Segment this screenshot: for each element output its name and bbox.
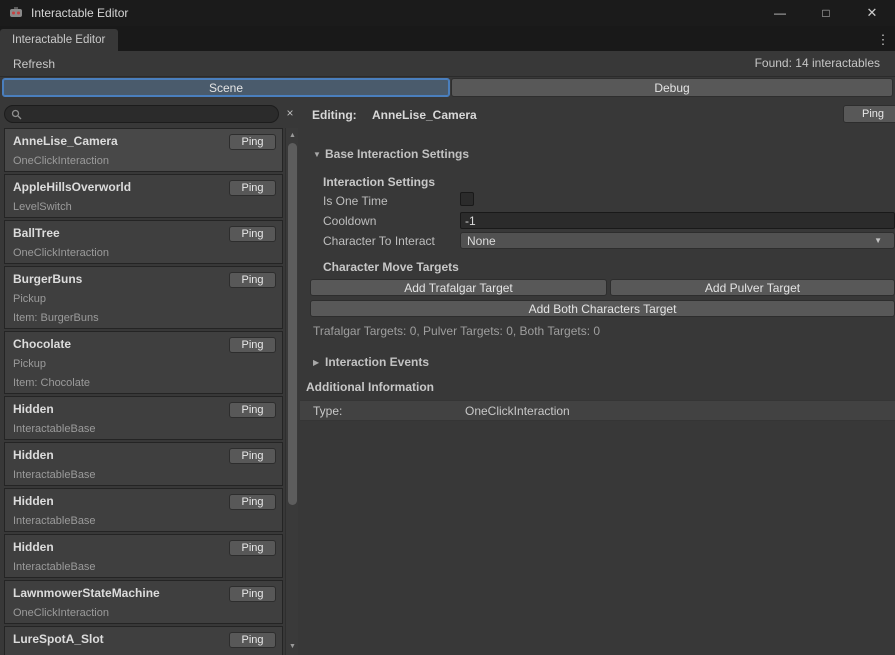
editing-ping-button[interactable]: Ping: [843, 105, 895, 123]
item-detail: Pickup: [13, 358, 274, 371]
foldout-open-icon: ▼: [313, 150, 325, 159]
ping-button[interactable]: Ping: [229, 337, 276, 353]
toolbar: Refresh Found: 14 interactables: [0, 51, 895, 77]
ping-button[interactable]: Ping: [229, 226, 276, 242]
search-clear-icon[interactable]: ×: [283, 106, 297, 122]
list-item[interactable]: BurgerBuns Ping PickupItem: BurgerBuns: [4, 266, 283, 329]
ping-button[interactable]: Ping: [229, 494, 276, 510]
foldout-label: Interaction Events: [325, 355, 429, 369]
ping-button[interactable]: Ping: [229, 402, 276, 418]
tab-scene[interactable]: Scene: [2, 78, 450, 97]
close-icon[interactable]: ✕: [849, 0, 895, 26]
list-item[interactable]: LureSpotA_Slot Ping: [4, 626, 283, 655]
ping-button[interactable]: Ping: [229, 632, 276, 648]
item-detail: Item: Chocolate: [13, 377, 274, 390]
scrollbar-up-icon[interactable]: ▲: [286, 129, 299, 142]
foldout-interaction-events[interactable]: ▶ Interaction Events: [313, 355, 429, 369]
minimize-icon[interactable]: —: [757, 0, 803, 26]
dropdown-arrow-icon: ▼: [874, 236, 894, 245]
add-pulver-target-button[interactable]: Add Pulver Target: [610, 279, 895, 296]
item-details: Pickup Item: BurgerBuns: [13, 293, 274, 325]
ping-button[interactable]: Ping: [229, 134, 276, 150]
targets-summary: Trafalgar Targets: 0, Pulver Targets: 0,…: [313, 324, 600, 338]
type-row: Type: OneClickInteraction: [300, 400, 895, 421]
titlebar: Interactable Editor — □ ✕: [0, 0, 895, 26]
item-detail: OneClickInteraction: [13, 247, 274, 260]
item-detail: Pickup: [13, 293, 274, 306]
list-item[interactable]: Hidden Ping InteractableBase: [4, 442, 283, 486]
list-item[interactable]: LawnmowerStateMachine Ping OneClickInter…: [4, 580, 283, 624]
cooldown-input[interactable]: [460, 212, 895, 229]
interactable-editor-window: Interactable Editor — □ ✕ Interactable E…: [0, 0, 895, 655]
kebab-menu-icon[interactable]: ⋮: [875, 31, 891, 49]
item-detail: OneClickInteraction: [13, 607, 274, 620]
list-item[interactable]: Hidden Ping InteractableBase: [4, 396, 283, 440]
refresh-button[interactable]: Refresh: [4, 54, 64, 74]
ping-button[interactable]: Ping: [229, 586, 276, 602]
maximize-icon[interactable]: □: [803, 0, 849, 26]
ping-button[interactable]: Ping: [229, 540, 276, 556]
item-details: Pickup Item: Chocolate: [13, 358, 274, 390]
found-count-label: Found: 14 interactables: [755, 56, 880, 70]
tab-debug[interactable]: Debug: [451, 78, 893, 97]
search-box: [4, 105, 279, 123]
item-details: LevelSwitch: [13, 201, 274, 214]
dropdown-value: None: [461, 234, 874, 248]
add-trafalgar-target-button[interactable]: Add Trafalgar Target: [310, 279, 607, 296]
dock-tab-interactable-editor[interactable]: Interactable Editor: [0, 29, 118, 51]
window-controls: — □ ✕: [757, 0, 895, 26]
editing-label: Editing:: [312, 108, 357, 122]
item-detail: InteractableBase: [13, 469, 274, 482]
item-detail: InteractableBase: [13, 561, 274, 574]
ping-button[interactable]: Ping: [229, 180, 276, 196]
editing-value: AnneLise_Camera: [372, 108, 477, 122]
character-move-targets-heading: Character Move Targets: [323, 260, 459, 274]
interaction-settings-heading: Interaction Settings: [323, 175, 435, 189]
editor-panel: Editing: AnneLise_Camera Ping ▼ Base Int…: [300, 100, 895, 655]
character-to-interact-dropdown[interactable]: None ▼: [460, 232, 895, 249]
item-details: InteractableBase: [13, 515, 274, 528]
item-details: OneClickInteraction: [13, 155, 274, 168]
search-input[interactable]: [26, 107, 278, 121]
additional-information-heading: Additional Information: [306, 380, 434, 394]
foldout-closed-icon: ▶: [313, 358, 325, 367]
list-item[interactable]: Chocolate Ping PickupItem: Chocolate: [4, 331, 283, 394]
list-item[interactable]: Hidden Ping InteractableBase: [4, 488, 283, 532]
item-details: InteractableBase: [13, 469, 274, 482]
item-details: InteractableBase: [13, 561, 274, 574]
foldout-label: Base Interaction Settings: [325, 147, 469, 161]
list-item[interactable]: BallTree Ping OneClickInteraction: [4, 220, 283, 264]
scene-list: AnneLise_Camera Ping OneClickInteraction…: [4, 128, 283, 655]
list-item[interactable]: AppleHillsOverworld Ping LevelSwitch: [4, 174, 283, 218]
cooldown-label: Cooldown: [323, 214, 376, 228]
item-detail: OneClickInteraction: [13, 155, 274, 168]
item-details: InteractableBase: [13, 423, 274, 436]
ping-button[interactable]: Ping: [229, 272, 276, 288]
scrollbar-thumb[interactable]: [288, 143, 297, 505]
foldout-base-interaction-settings[interactable]: ▼ Base Interaction Settings: [313, 147, 469, 161]
scrollbar-down-icon[interactable]: ▼: [286, 640, 299, 653]
is-one-time-checkbox[interactable]: [460, 192, 474, 206]
is-one-time-label: Is One Time: [323, 194, 388, 208]
type-label: Type:: [313, 404, 342, 418]
list-item[interactable]: Hidden Ping InteractableBase: [4, 534, 283, 578]
app-icon: [9, 6, 23, 20]
item-detail: InteractableBase: [13, 423, 274, 436]
item-details: OneClickInteraction: [13, 607, 274, 620]
list-item[interactable]: AnneLise_Camera Ping OneClickInteraction: [4, 128, 283, 172]
search-icon: [11, 109, 22, 120]
item-detail: Item: BurgerBuns: [13, 312, 274, 325]
add-both-characters-target-button[interactable]: Add Both Characters Target: [310, 300, 895, 317]
ping-button[interactable]: Ping: [229, 448, 276, 464]
view-tabs: Scene Debug: [0, 78, 895, 98]
type-value: OneClickInteraction: [465, 404, 570, 418]
scrollbar[interactable]: ▲ ▼: [285, 128, 298, 655]
item-detail: InteractableBase: [13, 515, 274, 528]
character-to-interact-label: Character To Interact: [323, 234, 435, 248]
item-detail: LevelSwitch: [13, 201, 274, 214]
item-details: OneClickInteraction: [13, 247, 274, 260]
dock-tab-strip: Interactable Editor ⋮: [0, 26, 895, 51]
scene-panel: × AnneLise_Camera Ping OneClickInteracti…: [0, 100, 300, 655]
window-title: Interactable Editor: [31, 6, 128, 20]
